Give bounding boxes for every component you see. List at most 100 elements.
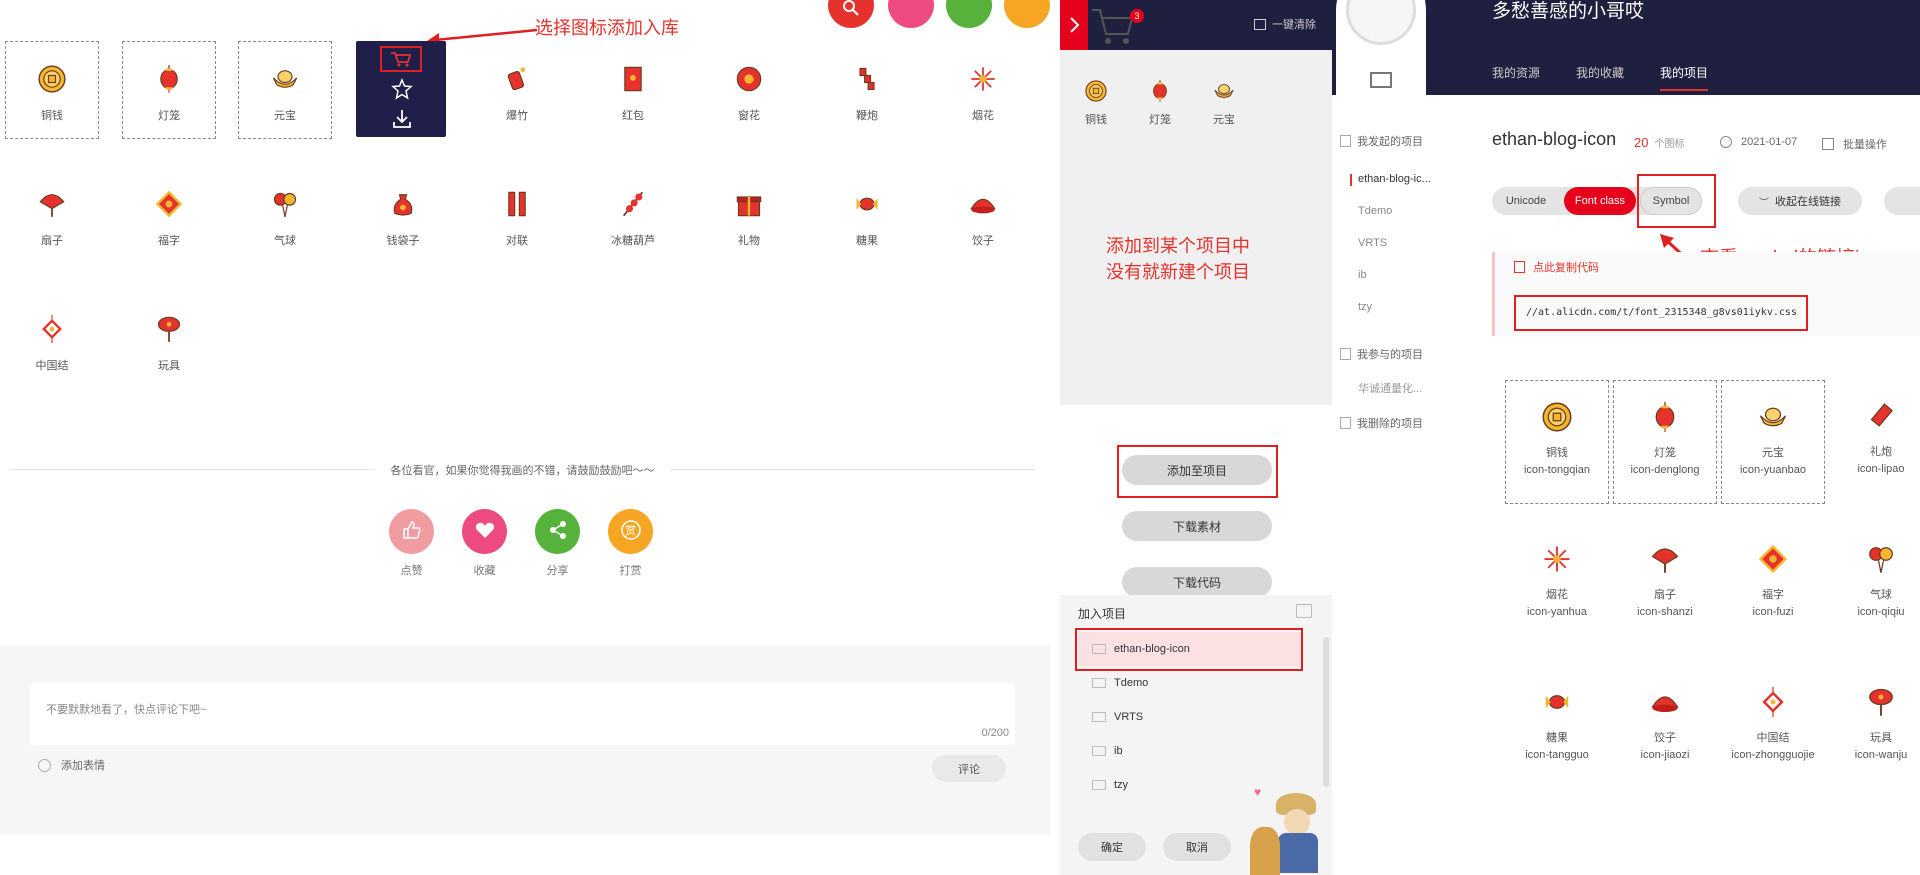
project-option[interactable]: Tdemo [1078,666,1302,700]
project-icon-name: 玩具 [1870,732,1892,744]
icon-label: 饺子 [972,235,994,247]
project-option[interactable]: VRTS [1078,700,1302,734]
cart-item[interactable]: 铜钱 [1074,80,1118,127]
icon-item[interactable]: 扇子 [5,166,99,264]
comment-textarea[interactable]: 不要默默地看了，快点评论下吧~ 0/200 [30,683,1015,745]
icon-item[interactable]: 中国结 [5,291,99,389]
icon-item[interactable]: 福字 [122,166,216,264]
mascot-image: ♥ [1246,783,1322,875]
project-icon-item[interactable]: 玩具 icon-wanju [1829,666,1920,790]
share-circle-button[interactable] [946,0,992,28]
icon-item[interactable]: 鞭炮 [820,41,914,139]
icon-item[interactable]: 元宝 [238,41,332,139]
add-to-cart-button[interactable] [380,46,422,72]
icon-item[interactable]: 饺子 [936,166,1030,264]
project-icon-item[interactable]: 灯笼 icon-denglong [1613,380,1717,504]
new-project-icon[interactable] [1296,604,1312,618]
project-icon-item[interactable]: 糖果 icon-tangguo [1505,666,1609,790]
initiated-icon [1340,135,1351,147]
project-picker: 加入项目 ethan-blog-icon Tdemo VRTS ib tzy 确定 取消… [1060,595,1332,875]
praise-text: 各位看官，如果你觉得我画的不错，请鼓励鼓励吧～～ [390,465,655,477]
comment-submit-button[interactable]: 评论 [932,755,1006,782]
download-project-button[interactable] [1884,187,1920,215]
icon-item[interactable]: 铜钱 [5,41,99,139]
share-button[interactable] [535,509,580,554]
format-tab[interactable]: Unicode [1492,187,1560,215]
left-panel: 选择图标添加入库 铜钱 灯笼 元宝 爆竹 红包 窗花 鞭炮 烟花扇子 福字 气球 钱袋子 对联 冰糖葫芦… [0,0,1050,875]
toggle-online-link-button[interactable]: ︶ 收起在线链接 [1738,187,1862,215]
clear-cart-button[interactable]: 一键清除 [1254,16,1316,32]
favorite-circle-button[interactable] [888,0,934,28]
confirm-button[interactable]: 确定 [1078,833,1146,861]
profile-tab[interactable]: 我的项目 [1660,64,1709,91]
cart-item[interactable]: 元宝 [1202,80,1246,127]
icon-item[interactable]: 对联 [470,166,564,264]
project-icon-name: 灯笼 [1654,447,1676,459]
format-tab[interactable]: Font class [1564,187,1636,215]
add-to-project-button[interactable]: 添加至项目 [1122,455,1272,485]
profile-tab[interactable]: 我的资源 [1492,64,1540,89]
online-link-text[interactable]: //at.alicdn.com/t/font_2315348_g8vs01iyk… [1526,307,1797,318]
annotation-select-icon: 选择图标添加入库 [535,18,679,38]
project-icon-item[interactable]: 铜钱 icon-tongqian [1505,380,1609,504]
icon-label: 铜钱 [41,110,63,122]
copy-icon [1514,261,1525,273]
icon-item[interactable]: 气球 [238,166,332,264]
search-circle-button[interactable] [828,0,874,28]
profile-tab[interactable]: 我的收藏 [1576,64,1624,89]
side-joined-label: 我参与的项目 [1357,349,1423,361]
icon-item[interactable]: 烟花 [936,41,1030,139]
project-icon-name: 糖果 [1546,732,1568,744]
download-code-button[interactable]: 下载代码 [1122,567,1272,597]
project-icon-item[interactable]: 中国结 icon-zhongguojie [1721,666,1825,790]
sidebar-project-item[interactable]: ethan-blog-ic... [1350,173,1431,186]
sidebar-project-item[interactable]: Tdemo [1358,205,1392,217]
side-deleted-header[interactable]: 我删除的项目 [1340,415,1423,431]
copy-code-link[interactable]: 点此复制代码 [1514,259,1599,275]
sidebar-project-item[interactable]: VRTS [1358,237,1387,249]
icon-item[interactable]: 窗花 [702,41,796,139]
project-option[interactable]: ib [1078,734,1302,768]
cart-icon [1092,9,1134,44]
project-icon-item[interactable]: 扇子 icon-shanzi [1613,523,1717,647]
cancel-button[interactable]: 取消 [1163,833,1231,861]
cart-item[interactable]: 灯笼 [1138,80,1182,127]
project-icon-item[interactable]: 饺子 icon-jiaozi [1613,666,1717,790]
format-tab[interactable]: Symbol [1640,187,1702,215]
project-scrollbar[interactable] [1323,637,1329,787]
download-button[interactable] [391,108,413,130]
join-project-title: 加入项目 [1078,607,1127,621]
icon-item[interactable]: 糖果 [820,166,914,264]
reward-glyph: 赏 [625,525,636,537]
sidebar-project-item[interactable]: tzy [1358,301,1372,313]
dumpling-icon [969,182,997,226]
icon-item[interactable]: 玩具 [122,291,216,389]
icon-item[interactable]: 钱袋子 [356,166,450,264]
thumb-up-button[interactable] [389,509,434,554]
project-icon-item[interactable]: 礼炮 icon-lipao [1829,380,1920,504]
reward-button[interactable]: 赏 [608,509,653,554]
active-indicator [1350,174,1352,186]
collect-star-button[interactable] [391,78,413,100]
batch-operation[interactable]: 批量操作 [1822,136,1887,152]
collapse-button[interactable] [1060,0,1088,50]
paper-cut-icon [735,57,763,101]
icon-item[interactable]: 红包 [586,41,680,139]
emoji-toggle[interactable]: 添加表情 [38,757,105,773]
icon-label: 对联 [506,235,528,247]
project-icon-item[interactable]: 元宝 icon-yuanbao [1721,380,1825,504]
project-icon-item[interactable]: 气球 icon-qiqiu [1829,523,1920,647]
project-icon-code: icon-fuzi [1752,606,1794,618]
icon-item[interactable]: 爆竹 [470,41,564,139]
side-joined-item[interactable]: 华诚通量化... [1358,380,1422,396]
project-icon-item[interactable]: 烟花 icon-yanhua [1505,523,1609,647]
icon-item[interactable]: 灯笼 [122,41,216,139]
icon-item[interactable]: 冰糖葫芦 [586,166,680,264]
icon-item[interactable]: 礼物 [702,166,796,264]
heart-button[interactable] [462,509,507,554]
download-material-button[interactable]: 下载素材 [1122,511,1272,541]
reward-circle-button[interactable] [1004,0,1050,28]
project-icon-item[interactable]: 福字 icon-fuzi [1721,523,1825,647]
icon-label: 钱袋子 [386,235,420,247]
sidebar-project-item[interactable]: ib [1358,269,1367,281]
